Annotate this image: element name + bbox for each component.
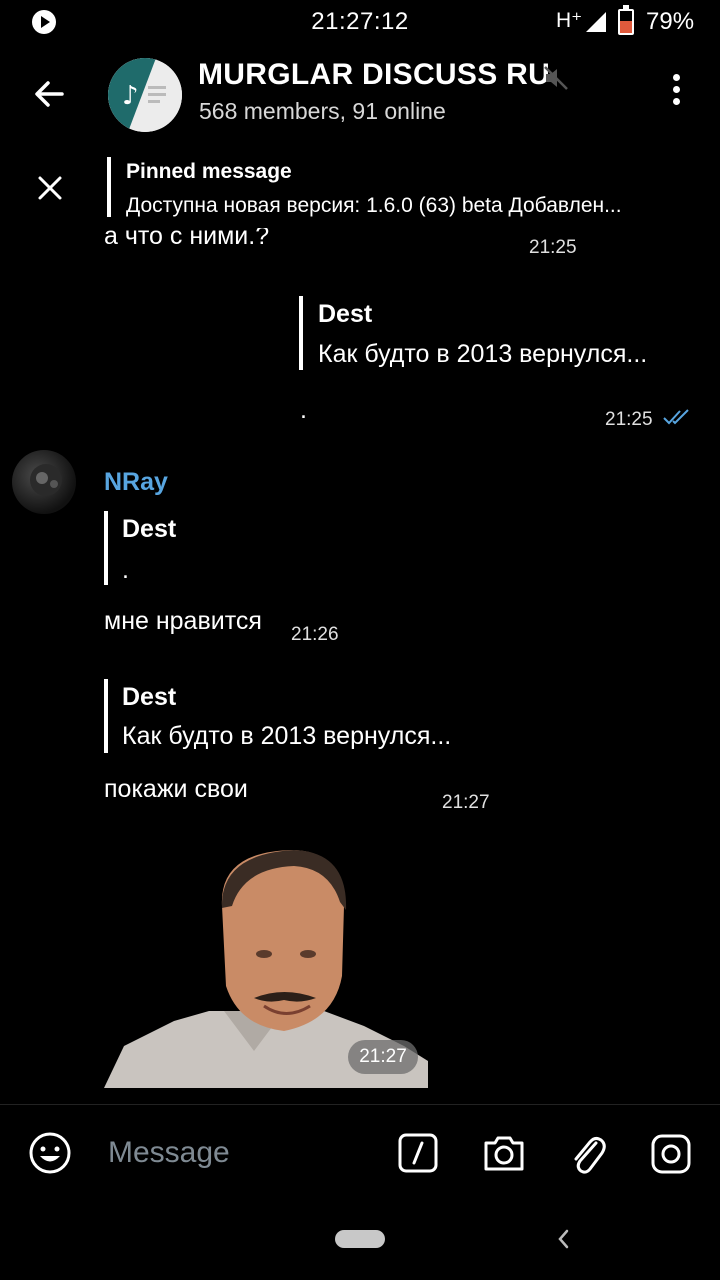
emoji-icon[interactable] [28, 1131, 72, 1175]
camera-icon[interactable] [482, 1133, 526, 1173]
reply-text: . [122, 556, 129, 584]
pinned-message-bar[interactable]: Pinned message Доступна новая версия: 1.… [0, 144, 720, 228]
reply-author: Dest [122, 683, 177, 711]
instagram-icon[interactable] [650, 1133, 692, 1175]
more-options-icon[interactable] [664, 74, 688, 110]
reply-accent-bar [104, 679, 108, 753]
svg-text:♪: ♪ [122, 81, 139, 111]
sticker-time: 21:27 [348, 1040, 418, 1074]
message-author[interactable]: NRay [104, 468, 168, 497]
reply-author: Dest [122, 515, 177, 543]
system-nav-bar [0, 1200, 720, 1280]
reply-accent-bar [299, 296, 303, 370]
network-type: H⁺ [556, 9, 583, 32]
status-time: 21:27:12 [311, 8, 409, 35]
reply-accent-bar [104, 511, 108, 585]
reply-text: Как будто в 2013 вернулся... [318, 340, 648, 368]
message-text: . [300, 396, 307, 424]
message-time: 21:25 [529, 237, 577, 258]
battery-percent: 79% [646, 8, 695, 35]
bot-command-icon[interactable] [398, 1133, 438, 1173]
close-pinned-icon[interactable] [32, 170, 68, 206]
pinned-title: Pinned message [126, 160, 292, 183]
reply-text: Как будто в 2013 вернулся... [122, 722, 452, 750]
nav-back-icon[interactable] [552, 1226, 574, 1252]
user-avatar[interactable] [12, 450, 76, 514]
message-text: покажи свои [104, 775, 248, 803]
battery-icon [618, 5, 634, 35]
avatar-image [30, 464, 62, 496]
back-arrow-icon[interactable] [28, 72, 72, 116]
muted-speaker-icon [544, 66, 568, 90]
group-logo-icon: ♪ [108, 58, 182, 132]
message-input-bar [0, 1104, 720, 1200]
pinned-text: Доступна новая версия: 1.6.0 (63) beta Д… [126, 194, 622, 217]
message-time: 21:27 [442, 792, 490, 813]
message-time: 21:26 [291, 624, 339, 645]
pinned-accent-bar [107, 157, 111, 217]
message-time: 21:25 [605, 409, 653, 430]
attach-icon[interactable] [568, 1129, 608, 1177]
chat-header: ♪ MURGLAR DISCUSS RU 568 members, 91 onl… [0, 44, 720, 144]
status-bar: 21:27:12 H⁺ 79% [0, 0, 720, 44]
home-pill[interactable] [335, 1230, 385, 1248]
read-checkmarks-icon [663, 409, 689, 425]
chat-title[interactable]: MURGLAR DISCUSS RU [198, 58, 550, 92]
message-input[interactable] [108, 1133, 378, 1173]
reply-author: Dest [318, 300, 373, 328]
group-avatar[interactable]: ♪ [108, 58, 182, 132]
message-text: мне нравится [104, 607, 262, 635]
signal-icon [586, 12, 606, 32]
chat-members-status: 568 members, 91 online [199, 98, 446, 124]
